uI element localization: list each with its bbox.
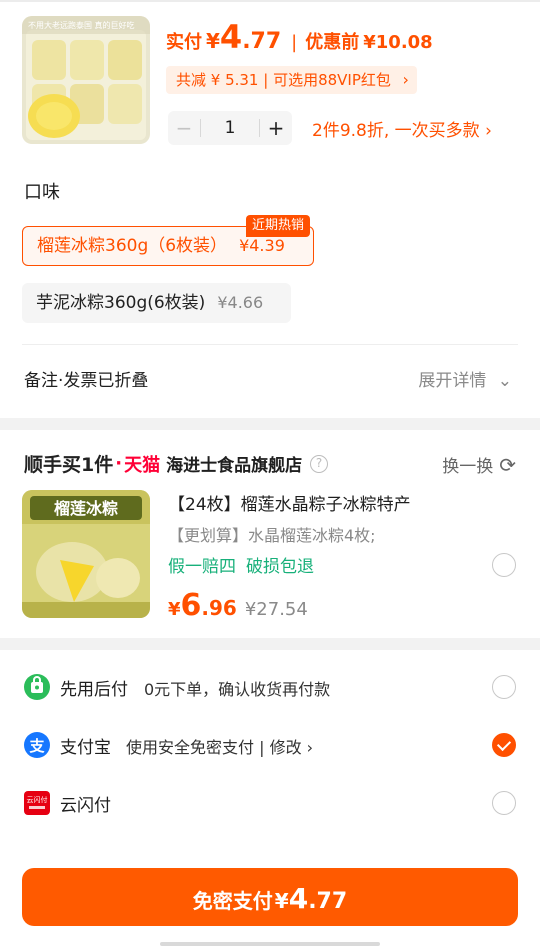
swap-label: 换一换 — [442, 457, 494, 477]
expand-details-button[interactable]: 展开详情 ⌄ — [418, 366, 512, 391]
top-divider — [0, 0, 540, 2]
multi-buy-promo-link[interactable]: 2件9.8折, 一次买多款 › — [312, 116, 492, 141]
price-decimal: .96 — [201, 596, 237, 620]
before-discount-label: 优惠前 — [305, 32, 360, 53]
home-indicator — [160, 942, 380, 946]
price-separator: | — [291, 32, 298, 53]
product-image[interactable]: 不用大老远跑泰国 真的巨好吃 — [22, 16, 150, 144]
payment-name: 先用后付 — [60, 680, 128, 700]
guarantee-tag: 假一赔四 — [168, 557, 236, 577]
discount-chip[interactable]: 共减 ¥ 5.31 | 可选用88VIP红包 › — [166, 66, 417, 94]
hot-sale-badge: 近期热销 — [246, 215, 311, 237]
actual-pay-label: 实付 — [166, 32, 202, 53]
chevron-down-icon: ⌄ — [497, 371, 512, 391]
dot-separator: · — [115, 453, 123, 474]
decrease-button[interactable]: − — [168, 111, 200, 145]
flavor-title: 口味 — [24, 182, 60, 203]
before-discount-price: ¥10.08 — [363, 32, 433, 53]
addon-brand-label: 顺手买1件 — [24, 454, 114, 476]
unionpay-icon: 云闪付 — [24, 791, 50, 815]
flavor-option-price: ¥4.66 — [217, 293, 264, 312]
currency-symbol: ¥ — [206, 29, 220, 53]
guarantee-tags: 假一赔四 破损包退 — [168, 552, 314, 577]
increase-button[interactable]: + — [260, 111, 292, 145]
addon-image-text: 榴莲冰粽 — [54, 499, 118, 518]
payment-methods: 先用后付 0元下单，确认收货再付款 支 支付宝 使用安全免密支付 | 修改 › … — [0, 650, 540, 838]
section-divider — [22, 344, 518, 345]
addon-card: 顺手买1件 · 天猫 海进士食品旗舰店 ? 换一换 ⟳ 榴莲冰粽 【24枚】榴莲… — [0, 430, 540, 638]
unionpay-icon-text: 云闪付 — [27, 795, 48, 804]
submit-pay-button[interactable]: 免密支付 ¥ 4 .77 — [22, 868, 518, 926]
currency-symbol: ¥ — [274, 889, 289, 913]
addon-header: 顺手买1件 · 天猫 海进士食品旗舰店 ? — [24, 450, 329, 477]
flavor-option-taro[interactable]: 芋泥冰粽360g(6枚装) ¥4.66 — [22, 283, 291, 323]
payment-option-paylater[interactable]: 先用后付 0元下单，确认收货再付款 — [0, 658, 540, 716]
discount-text: 共减 ¥ 5.31 | 可选用88VIP红包 — [176, 71, 391, 89]
refresh-icon: ⟳ — [499, 452, 516, 477]
remark-invoice-label: 备注·发票已折叠 — [24, 371, 149, 391]
price-integer: 6 — [180, 588, 202, 623]
expand-label: 展开详情 — [418, 371, 487, 391]
addon-title[interactable]: 【24枚】榴莲水晶粽子冰粽特产 — [168, 490, 411, 515]
addon-subtitle: 【更划算】水晶榴莲冰粽4枚; — [168, 526, 376, 545]
addon-price: ¥ 6 .96 ¥27.54 — [168, 588, 308, 623]
currency-symbol: ¥ — [168, 599, 181, 620]
price-decimal: .77 — [308, 889, 348, 914]
payment-name: 云闪付 — [60, 796, 111, 816]
order-confirm-page: 不用大老远跑泰国 真的巨好吃 实付 ¥ 4 .77 | 优惠前 ¥10.08 共… — [0, 0, 540, 948]
svg-text:支: 支 — [28, 737, 45, 755]
flavor-option-price: ¥4.39 — [239, 236, 285, 255]
flavor-option-name: 芋泥冰粽360g(6枚装) — [36, 293, 206, 313]
swap-button[interactable]: 换一换 ⟳ — [442, 452, 516, 478]
price-row: 实付 ¥ 4 .77 | 优惠前 ¥10.08 — [166, 18, 433, 58]
payment-option-alipay[interactable]: 支 支付宝 使用安全免密支付 | 修改 › — [0, 716, 540, 774]
quantity-stepper: − 1 + — [168, 111, 292, 145]
flavor-option-name: 榴莲冰粽360g（6枚装） — [37, 236, 228, 256]
guarantee-tag: 破损包退 — [246, 557, 314, 577]
price-integer: 4 — [219, 18, 243, 56]
image-caption: 不用大老远跑泰国 真的巨好吃 — [28, 20, 135, 30]
chevron-right-icon: › — [402, 70, 409, 89]
submit-label: 免密支付 — [192, 889, 273, 913]
alipay-icon: 支 — [24, 732, 50, 758]
addon-select-radio[interactable] — [492, 553, 516, 577]
payment-desc: 0元下单，确认收货再付款 — [144, 680, 331, 699]
payment-name: 支付宝 — [60, 738, 111, 758]
price-integer: 4 — [288, 882, 309, 915]
pay-later-icon — [24, 674, 50, 700]
original-price: ¥27.54 — [244, 599, 308, 620]
product-card: 不用大老远跑泰国 真的巨好吃 实付 ¥ 4 .77 | 优惠前 ¥10.08 共… — [0, 0, 540, 418]
payment-option-unionpay[interactable]: 云闪付 云闪付 — [0, 774, 540, 832]
quantity-value[interactable]: 1 — [201, 118, 259, 138]
unionpay-radio[interactable] — [492, 791, 516, 815]
payment-desc[interactable]: 使用安全免密支付 | 修改 › — [126, 734, 313, 758]
addon-product-image[interactable]: 榴莲冰粽 — [22, 490, 150, 618]
price-decimal: .77 — [242, 29, 282, 54]
tmall-logo: 天猫 — [124, 454, 161, 476]
paylater-radio[interactable] — [492, 675, 516, 699]
help-icon[interactable]: ? — [310, 454, 329, 473]
alipay-radio[interactable] — [492, 733, 516, 757]
store-name[interactable]: 海进士食品旗舰店 — [166, 451, 302, 476]
bottom-bar: 免密支付 ¥ 4 .77 — [0, 838, 540, 948]
